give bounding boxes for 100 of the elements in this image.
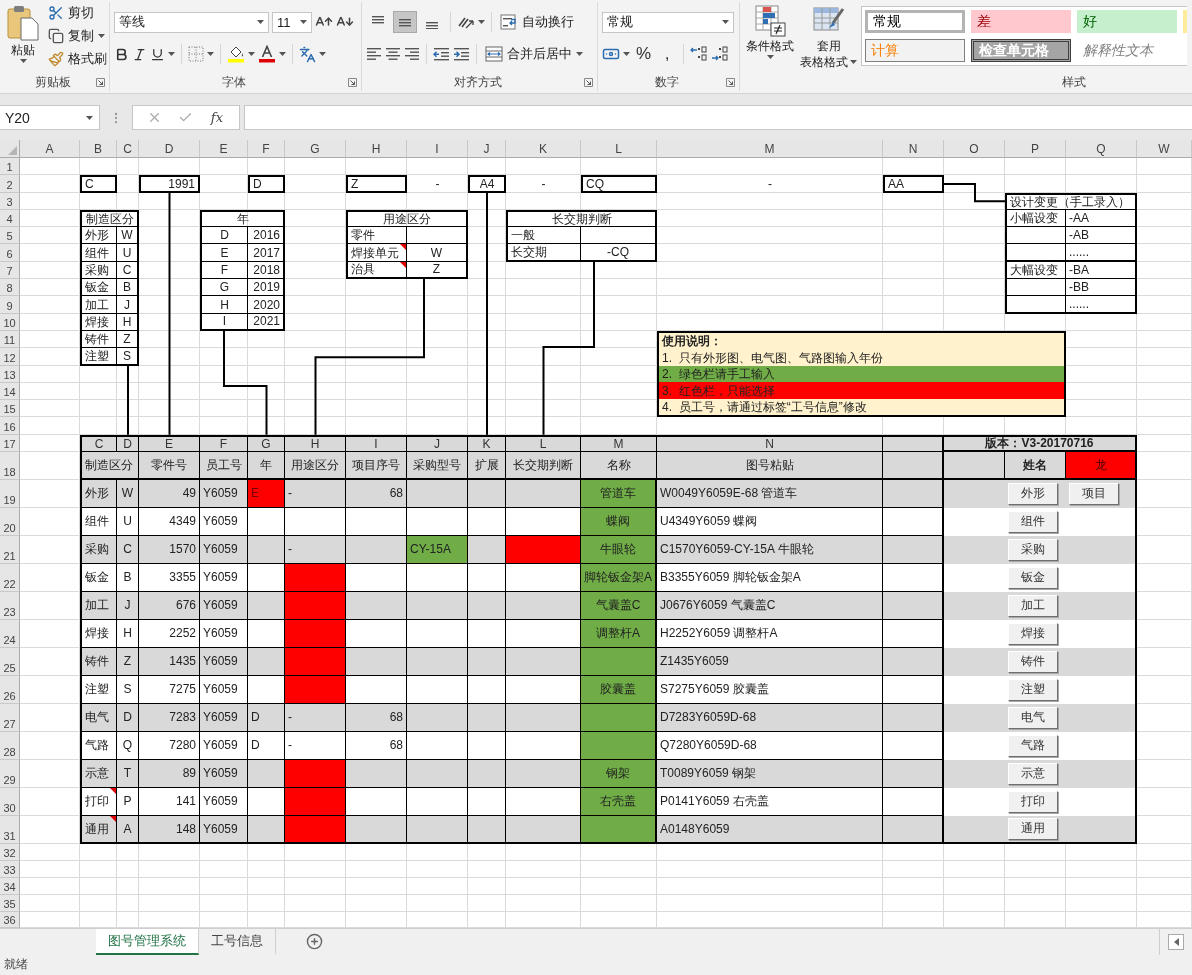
column-header[interactable]: L	[581, 140, 657, 158]
font-size-field[interactable]: 11	[272, 11, 312, 33]
wrap-text-button[interactable]: 自动换行	[498, 11, 576, 33]
sheet-tab[interactable]: 图号管理系统	[96, 928, 199, 955]
row-header[interactable]: 1	[0, 158, 20, 176]
language-icon[interactable]	[299, 45, 316, 63]
column-header[interactable]: P	[1005, 140, 1066, 158]
dialog-launcher-icon[interactable]	[584, 77, 593, 87]
dialog-launcher-icon[interactable]	[96, 77, 105, 87]
align-center-icon[interactable]	[385, 47, 401, 61]
row-header[interactable]: 29	[0, 759, 20, 788]
column-header[interactable]: F	[248, 140, 285, 158]
row-header[interactable]: 30	[0, 787, 20, 816]
column-header[interactable]: J	[468, 140, 506, 158]
caret-icon[interactable]	[850, 60, 857, 64]
style-swatch[interactable]: 差	[971, 10, 1071, 33]
form-button[interactable]: 外形	[1008, 482, 1058, 505]
column-header[interactable]: Q	[1066, 140, 1137, 158]
conditional-format-button[interactable]: 条件格式	[744, 2, 796, 73]
column-header[interactable]: D	[139, 140, 200, 158]
column-header[interactable]: W	[1137, 140, 1192, 158]
form-button[interactable]: 加工	[1008, 594, 1058, 617]
caret-icon[interactable]	[19, 59, 27, 63]
style-swatch[interactable]: 好	[1077, 10, 1177, 33]
dialog-launcher-icon[interactable]	[348, 77, 357, 87]
name-field[interactable]: 龙	[1066, 451, 1137, 480]
column-header[interactable]: N	[883, 140, 944, 158]
column-header[interactable]: A	[20, 140, 80, 158]
indent-decrease-icon[interactable]	[433, 47, 450, 61]
row-header[interactable]: 5	[0, 227, 20, 245]
row-header[interactable]: 25	[0, 647, 20, 676]
form-button[interactable]: 组件	[1008, 510, 1058, 533]
paste-button[interactable]: 粘贴	[4, 2, 42, 73]
caret-icon[interactable]	[168, 52, 175, 56]
percent-button[interactable]: %	[633, 43, 655, 65]
row-header[interactable]: 12	[0, 348, 20, 366]
comma-button[interactable]: ,	[657, 43, 678, 65]
column-header[interactable]: C	[117, 140, 139, 158]
number-format-field[interactable]: 常规	[602, 11, 734, 33]
row-header[interactable]: 16	[0, 417, 20, 435]
caret-icon[interactable]	[766, 55, 774, 59]
caret-icon[interactable]	[576, 52, 583, 56]
dialog-launcher-icon[interactable]	[726, 77, 735, 87]
caret-icon[interactable]	[319, 52, 326, 56]
column-header[interactable]: E	[200, 140, 248, 158]
column-header[interactable]: I	[407, 140, 468, 158]
align-right-icon[interactable]	[404, 47, 420, 61]
form-button[interactable]: 钣金	[1008, 566, 1058, 589]
font-name-field[interactable]: 等线	[114, 11, 269, 33]
scroll-left-button[interactable]	[1168, 933, 1184, 950]
name-box[interactable]: Y20	[0, 105, 100, 130]
cut-button[interactable]: 剪切	[46, 2, 109, 24]
decimal-arrow-left-icon[interactable]	[690, 46, 709, 62]
column-header[interactable]: O	[944, 140, 1005, 158]
row-header[interactable]: 23	[0, 591, 20, 620]
row-header[interactable]: 8	[0, 279, 20, 297]
style-swatch[interactable]: 常规	[865, 10, 965, 33]
form-button[interactable]: 焊接	[1008, 622, 1058, 645]
align-left-icon[interactable]	[366, 47, 382, 61]
row-header[interactable]: 21	[0, 535, 20, 564]
column-header[interactable]: G	[285, 140, 346, 158]
caret-icon[interactable]	[279, 52, 286, 56]
caret-icon[interactable]	[248, 52, 255, 56]
caret-icon[interactable]	[207, 52, 214, 56]
form-button[interactable]: 注塑	[1008, 678, 1058, 701]
italic-icon[interactable]	[132, 46, 147, 62]
form-button[interactable]: 铸件	[1008, 650, 1058, 673]
merge-center-button[interactable]: 合并后居中	[483, 43, 585, 65]
caret-icon[interactable]	[623, 52, 630, 56]
font-color-icon[interactable]	[258, 45, 276, 63]
caret-icon[interactable]	[98, 34, 105, 38]
row-header[interactable]: 31	[0, 815, 20, 844]
column-header[interactable]: B	[80, 140, 117, 158]
add-sheet-icon[interactable]	[306, 933, 323, 951]
decimal-arrow-right-icon[interactable]	[711, 46, 730, 62]
form-button[interactable]: 电气	[1008, 706, 1058, 729]
row-header[interactable]: 26	[0, 675, 20, 704]
form-button[interactable]: 打印	[1008, 790, 1058, 813]
column-header[interactable]: M	[657, 140, 883, 158]
caret-icon[interactable]	[86, 115, 93, 120]
formula-input[interactable]	[244, 105, 1192, 130]
insert-function-button[interactable]: fx	[208, 110, 225, 125]
caret-icon[interactable]	[722, 20, 729, 24]
underline-icon[interactable]	[150, 46, 165, 62]
caret-icon[interactable]	[478, 20, 485, 24]
column-header[interactable]: K	[506, 140, 581, 158]
paint-bucket-icon[interactable]	[227, 45, 245, 63]
bold-icon[interactable]	[114, 46, 129, 62]
table-format-button[interactable]: 套用 表格格式	[798, 2, 859, 73]
form-button[interactable]: 项目	[1069, 482, 1119, 505]
form-button[interactable]: 采购	[1008, 538, 1058, 561]
row-header[interactable]: 19	[0, 479, 20, 508]
row-header[interactable]: 6	[0, 244, 20, 262]
caret-icon[interactable]	[257, 20, 264, 24]
row-header[interactable]: 2	[0, 175, 20, 193]
format-painter-button[interactable]: 格式刷	[46, 48, 109, 70]
row-header[interactable]: 27	[0, 703, 20, 732]
form-button[interactable]: 示意	[1008, 762, 1058, 785]
indent-increase-icon[interactable]	[453, 47, 470, 61]
row-header[interactable]: 22	[0, 563, 20, 592]
